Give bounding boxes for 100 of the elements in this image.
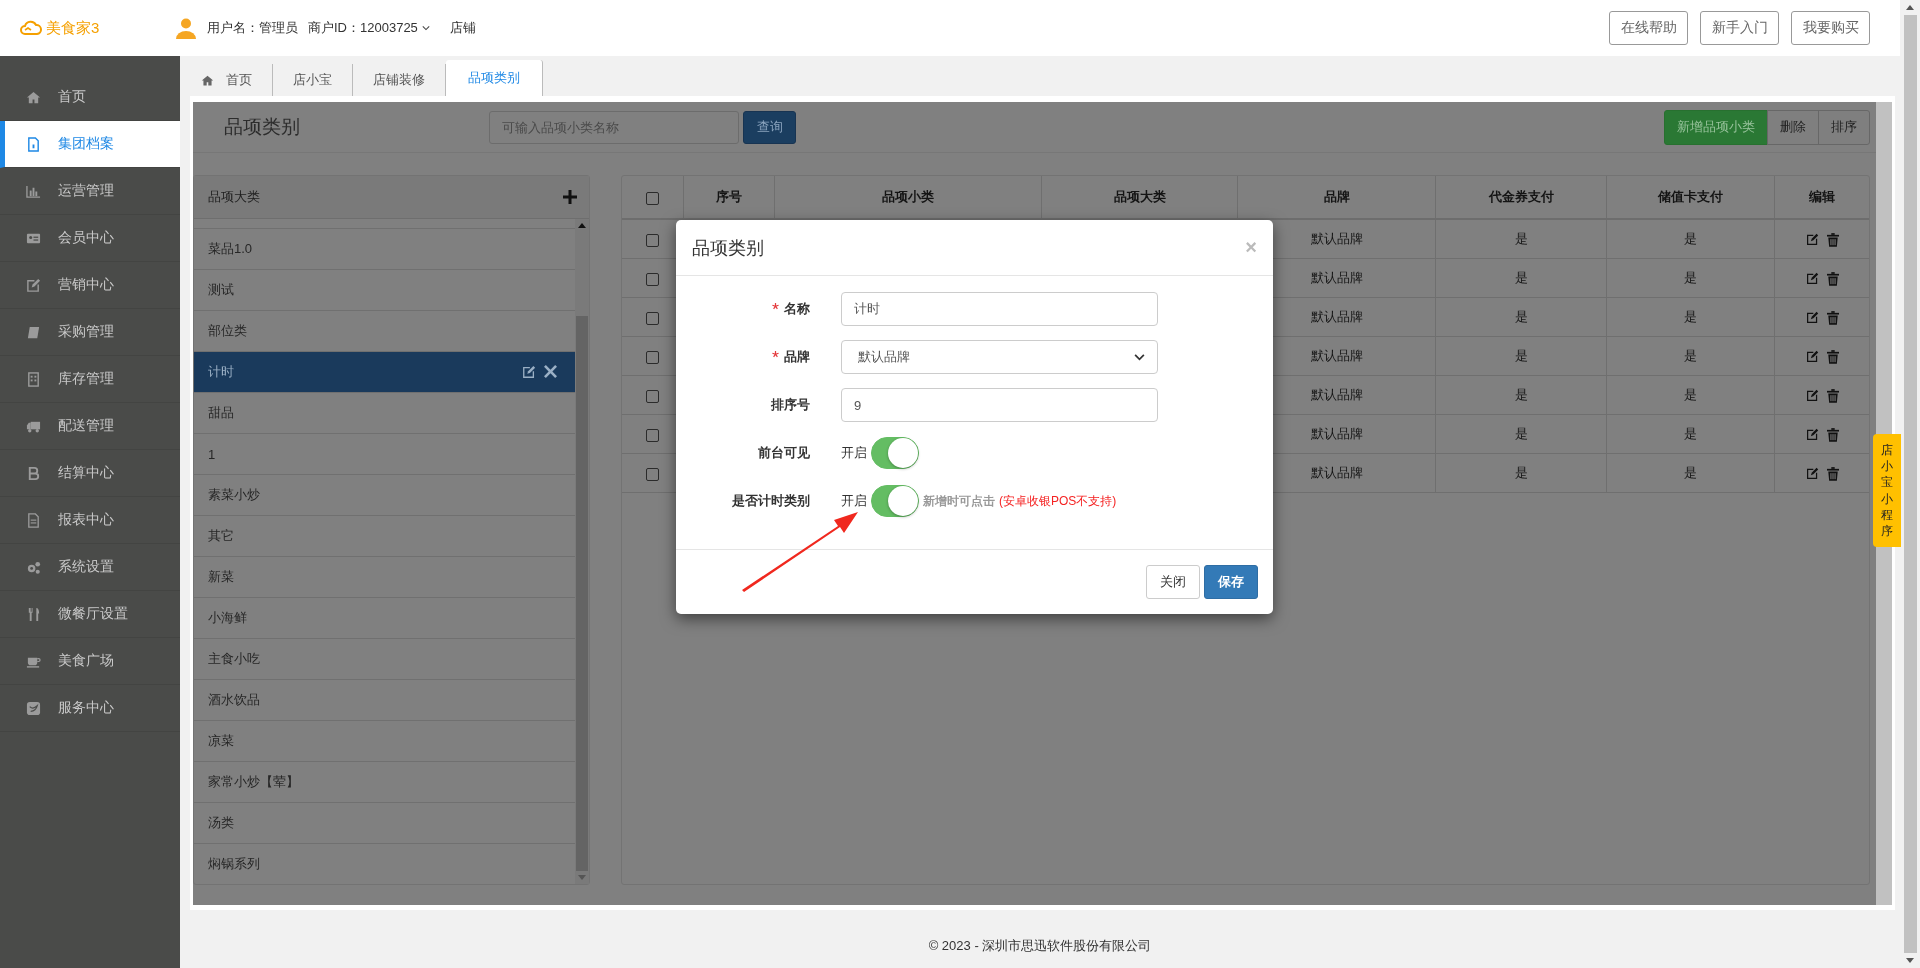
square-icon xyxy=(26,700,41,716)
dialog-button[interactable]: 保存 xyxy=(1204,565,1258,599)
category-item[interactable]: 新菜 xyxy=(194,557,575,598)
caret-icon xyxy=(1134,353,1145,361)
edit-icon[interactable] xyxy=(1805,350,1819,364)
category-item[interactable]: 小海鲜 xyxy=(194,598,575,639)
checkbox[interactable] xyxy=(646,311,659,325)
add-icon xyxy=(563,190,577,204)
header-button[interactable]: 新手入门 xyxy=(1700,11,1779,45)
table-cell: 是 xyxy=(1435,453,1607,493)
building-icon xyxy=(26,371,41,387)
edit-icon[interactable] xyxy=(1805,272,1819,286)
sidebar-item[interactable]: 集团档案 xyxy=(0,121,180,168)
scroll-down-icon xyxy=(578,875,586,880)
category-item[interactable]: 菜品1.0 xyxy=(194,229,575,270)
required-icon xyxy=(772,350,779,358)
checkbox[interactable] xyxy=(646,389,659,403)
trash-icon[interactable] xyxy=(1826,466,1839,481)
category-item[interactable]: 其它 xyxy=(194,516,575,557)
category-item[interactable]: 凉菜 xyxy=(194,721,575,762)
action-button[interactable]: 排序 xyxy=(1818,109,1870,145)
side-tab[interactable]: 店小宝小程序 xyxy=(1873,434,1901,548)
checkbox[interactable] xyxy=(646,467,659,481)
footer-text: © 2023 - 深圳市思迅软件股份有限公司 xyxy=(928,937,1152,955)
delete-icon xyxy=(544,365,557,378)
category-item[interactable]: 家常小炒【荤】 xyxy=(194,762,575,803)
category-item[interactable]: 素菜小炒 xyxy=(194,475,575,516)
table-cell: 是 xyxy=(1606,414,1775,454)
switch-label: 开启 xyxy=(841,492,867,510)
caret-icon xyxy=(421,25,430,31)
edit-icon[interactable] xyxy=(1805,467,1819,481)
bar-chart-icon xyxy=(26,183,41,199)
dialog-title: 品项类别 xyxy=(692,236,764,260)
trash-icon[interactable] xyxy=(1826,388,1839,403)
cloud-icon xyxy=(19,20,43,36)
column-header: 品牌 xyxy=(1237,176,1436,219)
toggle-switch[interactable] xyxy=(871,485,919,517)
category-item[interactable]: 酒水饮品 xyxy=(194,680,575,721)
table-cell: 是 xyxy=(1606,258,1775,298)
page-title: 品项类别 xyxy=(224,115,301,139)
checkbox[interactable] xyxy=(646,233,659,247)
header-button[interactable]: 我要购买 xyxy=(1791,11,1870,45)
table-cell: 是 xyxy=(1435,297,1607,337)
category-item[interactable]: 测试 xyxy=(194,270,575,311)
checkbox[interactable] xyxy=(646,272,659,286)
scrollbar[interactable] xyxy=(1900,0,1920,968)
trash-icon[interactable] xyxy=(1826,232,1839,247)
edit-icon[interactable] xyxy=(1805,428,1819,442)
store-link[interactable]: 店铺 xyxy=(449,19,476,37)
edit-icon xyxy=(26,277,41,293)
trash-icon[interactable] xyxy=(1826,349,1839,364)
checkbox[interactable] xyxy=(646,428,659,442)
edit-icon[interactable] xyxy=(1805,233,1819,247)
text-field[interactable]: 9 xyxy=(841,388,1158,422)
brand-select[interactable]: 默认品牌 xyxy=(841,340,1158,374)
scroll-up-icon xyxy=(578,223,586,228)
edit-icon[interactable] xyxy=(1805,389,1819,403)
user-avatar-icon xyxy=(175,17,197,39)
table-cell: 是 xyxy=(1606,297,1775,337)
edit-icon xyxy=(522,365,536,379)
category-item[interactable]: 甜品 xyxy=(194,393,575,434)
tab[interactable]: 品项类别 xyxy=(446,60,543,96)
column-header: 编辑 xyxy=(1774,176,1869,219)
coin-icon xyxy=(26,465,41,481)
category-item[interactable]: 计时 xyxy=(194,352,575,393)
dialog-button[interactable]: 关闭 xyxy=(1146,565,1200,599)
checkbox[interactable] xyxy=(646,350,659,364)
category-item[interactable]: 1 xyxy=(194,434,575,475)
column-header: 储值卡支付 xyxy=(1606,176,1775,219)
checkbox[interactable] xyxy=(646,191,659,205)
text-field[interactable]: 计时 xyxy=(841,292,1158,326)
trash-icon[interactable] xyxy=(1826,310,1839,325)
field-label: 是否计时类别 xyxy=(732,492,810,510)
trash-icon[interactable] xyxy=(1826,427,1839,442)
field-label: 排序号 xyxy=(771,396,810,414)
action-button[interactable]: 删除 xyxy=(1767,109,1819,145)
field-label: 前台可见 xyxy=(758,444,810,462)
file-icon xyxy=(26,136,41,152)
toggle-switch[interactable] xyxy=(871,437,919,469)
book-icon xyxy=(26,324,41,340)
field-label: 品牌 xyxy=(784,348,810,366)
hint-text: 新增时可点击 xyxy=(923,492,995,510)
warning-text: (安卓收银POS不支持) xyxy=(999,492,1117,510)
scroll-down-icon xyxy=(1906,958,1914,963)
fork-knife-icon xyxy=(26,606,41,622)
logo-text: 美食家3 xyxy=(46,18,100,38)
action-button[interactable]: 新增品项小类 xyxy=(1664,109,1768,145)
category-item[interactable]: 主食小吃 xyxy=(194,639,575,680)
merchant-dropdown[interactable]: 商户ID：12003725 xyxy=(308,19,430,37)
header-button[interactable]: 在线帮助 xyxy=(1609,11,1688,45)
document-icon xyxy=(26,512,41,528)
table-cell: 是 xyxy=(1606,453,1775,493)
edit-icon[interactable] xyxy=(1805,311,1819,325)
gears-icon xyxy=(26,559,41,575)
category-item[interactable]: 汤类 xyxy=(194,803,575,844)
home-icon xyxy=(201,73,214,87)
table-cell: 是 xyxy=(1435,336,1607,376)
search-button[interactable]: 查询 xyxy=(743,110,796,144)
scrollbar[interactable] xyxy=(575,219,589,884)
trash-icon[interactable] xyxy=(1826,271,1839,286)
